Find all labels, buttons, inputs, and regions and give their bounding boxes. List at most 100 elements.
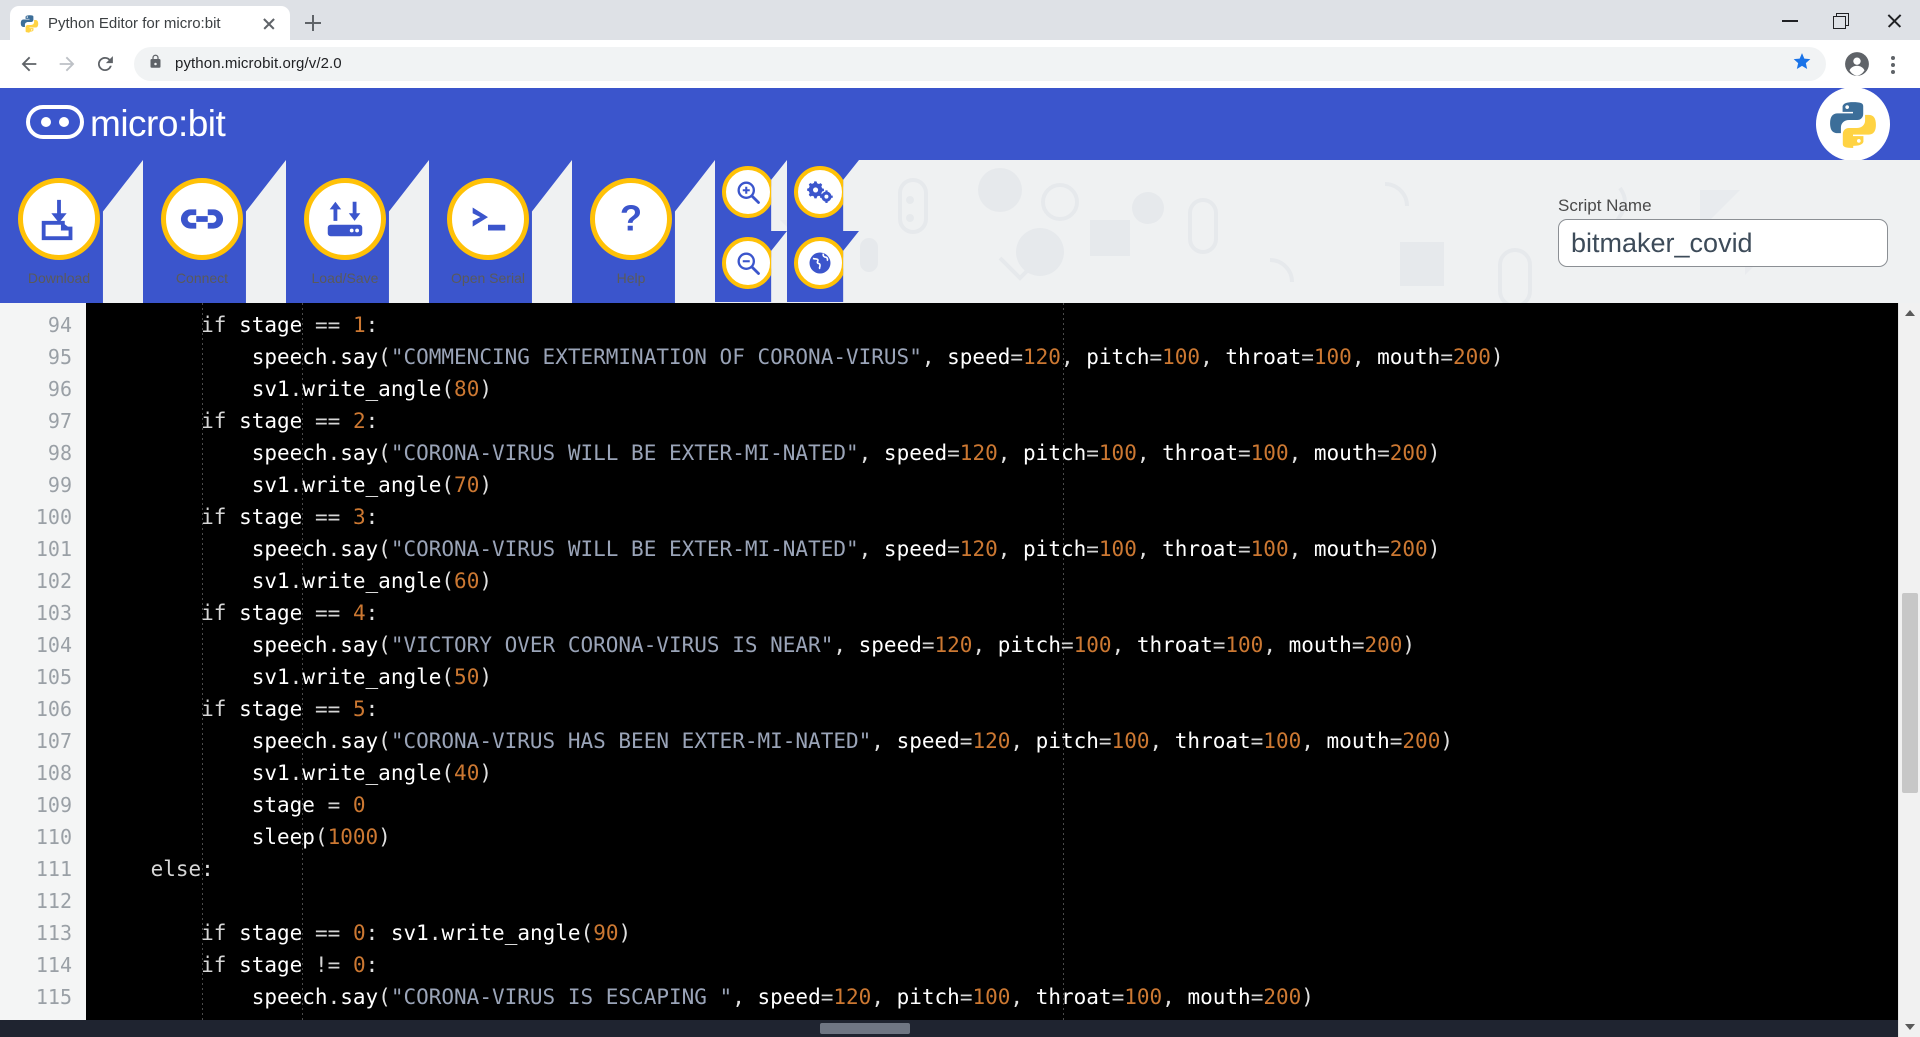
reload-icon[interactable] [88, 47, 122, 81]
code-token: ( [581, 921, 594, 945]
scroll-down-arrow-icon[interactable] [1899, 1017, 1920, 1037]
code-token: : [366, 697, 379, 721]
code-token: 200 [1402, 729, 1440, 753]
code-token: if [201, 313, 226, 337]
line-number: 108 [0, 757, 86, 789]
maximize-icon[interactable] [1816, 0, 1868, 40]
line-number: 101 [0, 533, 86, 565]
code-line[interactable]: if stage != 0: [86, 949, 1920, 981]
code-line[interactable]: else: [86, 853, 1920, 885]
new-tab-button[interactable] [296, 6, 330, 40]
code-token [100, 953, 201, 977]
address-bar[interactable]: python.microbit.org/v/2.0 [134, 47, 1826, 81]
code-line[interactable]: if stage == 3: [86, 501, 1920, 533]
code-line[interactable]: if stage == 4: [86, 597, 1920, 629]
code-token: 70 [454, 473, 479, 497]
window-close-icon[interactable] [1868, 0, 1920, 40]
code-line[interactable]: if stage == 0: sv1.write_angle(90) [86, 917, 1920, 949]
forward-arrow-icon[interactable] [50, 47, 84, 81]
code-token: if [201, 409, 226, 433]
code-token: 120 [935, 633, 973, 657]
code-editor[interactable]: 9495969798991001011021031041051061071081… [0, 303, 1920, 1037]
connect-button[interactable]: Connect [143, 160, 286, 303]
code-token: 120 [1023, 345, 1061, 369]
code-line[interactable]: speech.say("CORONA-VIRUS HAS BEEN EXTER-… [86, 725, 1920, 757]
code-token: speed [884, 537, 947, 561]
code-token: , [1149, 729, 1174, 753]
code-line[interactable]: sv1.write_angle(80) [86, 373, 1920, 405]
code-token: ( [441, 665, 454, 689]
code-token [100, 601, 201, 625]
code-line[interactable]: speech.say("CORONA-VIRUS WILL BE EXTER-M… [86, 437, 1920, 469]
code-token [302, 601, 315, 625]
zoom-in-button[interactable] [715, 160, 787, 231]
python-logo-icon[interactable] [1816, 87, 1890, 161]
code-token: , [859, 537, 884, 561]
code-token: write_angle [302, 665, 441, 689]
zoom-out-button[interactable] [715, 231, 787, 302]
code-token: say [340, 985, 378, 1009]
code-line[interactable]: speech.say("CORONA-VIRUS WILL BE EXTER-M… [86, 533, 1920, 565]
code-token: speech [252, 633, 328, 657]
code-token: if [201, 921, 226, 945]
star-icon[interactable] [1792, 51, 1812, 76]
close-icon[interactable] [258, 12, 280, 34]
language-button[interactable] [787, 231, 859, 302]
code-line[interactable]: if stage == 1: [86, 309, 1920, 341]
code-line[interactable]: if stage == 5: [86, 693, 1920, 725]
kebab-menu-icon[interactable] [1878, 47, 1908, 81]
code-token: ) [1428, 537, 1441, 561]
back-arrow-icon[interactable] [12, 47, 46, 81]
browser-window: Python Editor for micro:bit [0, 0, 1920, 1037]
code-token: . [290, 569, 303, 593]
line-number: 102 [0, 565, 86, 597]
code-line[interactable]: if stage == 2: [86, 405, 1920, 437]
vertical-scrollbar[interactable] [1898, 303, 1920, 1037]
code-text-area[interactable]: if stage == 1: speech.say("COMMENCING EX… [86, 303, 1920, 1037]
code-token [100, 409, 201, 433]
code-token [302, 409, 315, 433]
code-token: = [1390, 729, 1403, 753]
code-token: . [290, 665, 303, 689]
code-line[interactable]: sv1.write_angle(50) [86, 661, 1920, 693]
load-save-button[interactable]: Load/Save [286, 160, 429, 303]
code-token: 0 [353, 921, 366, 945]
line-number: 99 [0, 469, 86, 501]
code-line[interactable] [86, 885, 1920, 917]
line-number: 114 [0, 949, 86, 981]
code-token: = [1238, 441, 1251, 465]
line-number: 97 [0, 405, 86, 437]
code-line[interactable]: sv1.write_angle(60) [86, 565, 1920, 597]
code-token: != [315, 953, 340, 977]
scroll-up-arrow-icon[interactable] [1899, 303, 1920, 323]
script-name-input[interactable] [1558, 219, 1888, 267]
code-token [226, 697, 239, 721]
horizontal-scrollbar[interactable] [0, 1020, 1898, 1037]
code-line[interactable]: speech.say("CORONA-VIRUS IS ESCAPING ", … [86, 981, 1920, 1013]
code-token: , [1112, 633, 1137, 657]
code-token: 60 [454, 569, 479, 593]
code-token: "CORONA-VIRUS WILL BE EXTER-MI-NATED" [391, 441, 859, 465]
code-line[interactable]: sv1.write_angle(70) [86, 469, 1920, 501]
code-line[interactable]: speech.say("COMMENCING EXTERMINATION OF … [86, 341, 1920, 373]
code-token: 100 [1314, 345, 1352, 369]
code-line[interactable]: speech.say("VICTORY OVER CORONA-VIRUS IS… [86, 629, 1920, 661]
open-serial-button[interactable]: Open Serial [429, 160, 572, 303]
code-token: "CORONA-VIRUS IS ESCAPING " [391, 985, 732, 1009]
browser-tab[interactable]: Python Editor for micro:bit [10, 6, 290, 40]
code-line[interactable]: stage = 0 [86, 789, 1920, 821]
code-line[interactable]: sleep(1000) [86, 821, 1920, 853]
code-line[interactable]: sv1.write_angle(40) [86, 757, 1920, 789]
code-token: speech [252, 537, 328, 561]
horizontal-scrollbar-thumb[interactable] [820, 1023, 910, 1034]
profile-avatar-icon[interactable] [1840, 47, 1874, 81]
code-token: throat [1225, 345, 1301, 369]
vertical-scrollbar-thumb[interactable] [1902, 593, 1918, 793]
minimize-icon[interactable] [1764, 0, 1816, 40]
settings-button[interactable] [787, 160, 859, 231]
help-button[interactable]: ? Help [572, 160, 715, 303]
download-button[interactable]: Download [0, 160, 143, 303]
code-token: . [429, 921, 442, 945]
code-token: speed [859, 633, 922, 657]
code-token [100, 569, 252, 593]
